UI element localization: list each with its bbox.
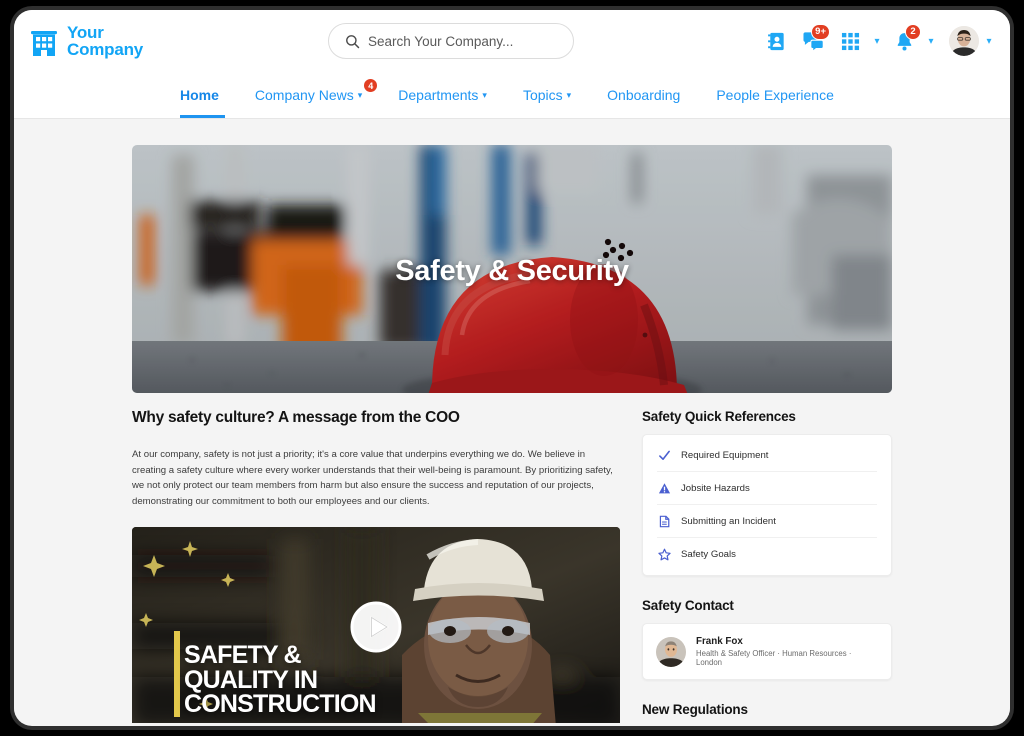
quick-reference-item-submitting-an-incident[interactable]: Submitting an Incident [657, 505, 877, 538]
avatar-chevron-down-icon[interactable]: ▾ [982, 36, 996, 47]
chat-icon-button[interactable]: 9+ [796, 22, 830, 60]
nav-label: Company News [254, 87, 354, 103]
contact-role: Health & Safety Officer · Human Resource… [696, 649, 852, 667]
nav-item-people-experience[interactable]: People Experience [698, 72, 852, 118]
chevron-down-icon: ▾ [482, 89, 487, 100]
hero-banner[interactable]: Safety & Security [132, 145, 892, 393]
bell-chevron-down-icon[interactable]: ▾ [924, 36, 938, 47]
contact-info: Frank Fox Health & Safety Officer · Huma… [696, 636, 878, 667]
quick-reference-label: Submitting an Incident [681, 515, 776, 527]
brand-logo-block[interactable]: Your Company [30, 22, 144, 59]
apps-grid-icon-button[interactable] [833, 22, 867, 60]
safety-contact-card: Frank Fox Health & Safety Officer · Huma… [642, 623, 892, 680]
apps-grid-icon [841, 32, 859, 50]
main-navigation: Home Company News ▾ 4 Departments ▾ Topi… [14, 72, 1010, 119]
quick-references-list: Required Equipment Jobsite Hazards Submi… [643, 435, 891, 575]
building-icon [31, 31, 57, 56]
search-placeholder: Search Your Company... [368, 33, 514, 49]
brand-name: Your Company [67, 22, 144, 59]
nav-label: People Experience [716, 87, 834, 103]
article-title: Why safety culture? A message from the C… [132, 409, 460, 426]
chat-badge: 9+ [811, 24, 830, 40]
quick-reference-item-required-equipment[interactable]: Required Equipment [657, 439, 877, 472]
search-area: Search Your Company... [143, 23, 759, 59]
chevron-down-icon: ▾ [566, 89, 572, 100]
page-content: Safety & Security Why safety culture? A … [14, 119, 1010, 723]
search-input[interactable]: Search Your Company... [328, 23, 575, 59]
video-overlay-line2: QUALITY IN [184, 665, 318, 694]
nav-label: Onboarding [607, 87, 681, 103]
star-icon [657, 548, 671, 562]
contact-name: Frank Fox [696, 636, 743, 647]
new-regulations-heading: New Regulations [642, 702, 748, 717]
user-avatar-button[interactable] [949, 26, 979, 56]
brand-name-line1: Your [67, 22, 104, 42]
chevron-down-icon: ▾ [357, 89, 363, 100]
content-columns: Why safety culture? A message from the C… [132, 409, 892, 723]
quick-references-card: Required Equipment Jobsite Hazards Submi… [642, 434, 892, 576]
contact-avatar [656, 636, 686, 667]
nav-item-onboarding[interactable]: Onboarding [589, 72, 698, 118]
browser-window-frame: Your Company Search Your Company... 9+ ▾… [10, 6, 1014, 730]
nav-item-company-news[interactable]: Company News ▾ 4 [237, 72, 380, 118]
directory-icon [767, 32, 784, 50]
warning-triangle-icon [657, 481, 671, 495]
document-icon [657, 514, 671, 528]
article-body: At our company, safety is not just a pri… [132, 449, 613, 507]
video-accent-bar [174, 631, 180, 718]
video-thumbnail[interactable]: SAFETY & QUALITY IN CONSTRUCTION [132, 527, 620, 723]
nav-label: Topics [522, 87, 563, 103]
bell-badge: 2 [905, 24, 921, 40]
nav-item-departments[interactable]: Departments ▾ [380, 72, 505, 118]
directory-icon-button[interactable] [759, 22, 793, 60]
safety-contact-heading: Safety Contact [642, 598, 734, 613]
nav-item-topics[interactable]: Topics ▾ [505, 72, 589, 118]
content-container: Safety & Security Why safety culture? A … [132, 119, 892, 723]
video-overlay-text: SAFETY & QUALITY IN CONSTRUCTION [184, 640, 377, 719]
nav-label: Departments [398, 87, 479, 103]
user-avatar [949, 26, 979, 56]
hero-title: Safety & Security [395, 255, 629, 287]
page-viewport: Your Company Search Your Company... 9+ ▾… [14, 10, 1010, 726]
quick-reference-label: Safety Goals [681, 549, 736, 560]
search-icon [346, 34, 360, 48]
quick-references-heading: Safety Quick References [642, 409, 796, 424]
quick-reference-item-jobsite-hazards[interactable]: Jobsite Hazards [657, 472, 877, 505]
brand-name-line2: Company [67, 40, 144, 59]
nav-item-home[interactable]: Home [168, 72, 237, 118]
top-header-bar: Your Company Search Your Company... 9+ ▾… [14, 10, 1010, 72]
bell-icon-button[interactable]: 2 [887, 22, 921, 60]
main-column: Why safety culture? A message from the C… [132, 409, 620, 723]
apps-chevron-down-icon[interactable]: ▾ [870, 36, 884, 47]
quick-reference-label: Required Equipment [681, 449, 769, 461]
play-icon[interactable] [349, 600, 403, 654]
video-overlay-line3: CONSTRUCTION [184, 690, 377, 719]
nav-label: Home [180, 87, 219, 103]
video-overlay-line1: SAFETY & [184, 640, 302, 669]
quick-reference-item-safety-goals[interactable]: Safety Goals [657, 538, 877, 571]
quick-reference-label: Jobsite Hazards [681, 482, 750, 494]
company-news-badge: 4 [363, 78, 379, 93]
contact-row[interactable]: Frank Fox Health & Safety Officer · Huma… [643, 624, 891, 679]
top-actions: 9+ ▾ 2 ▾ ▾ [759, 22, 996, 60]
check-icon [657, 448, 671, 462]
sidebar-column: Safety Quick References Required Equipme… [642, 409, 892, 723]
